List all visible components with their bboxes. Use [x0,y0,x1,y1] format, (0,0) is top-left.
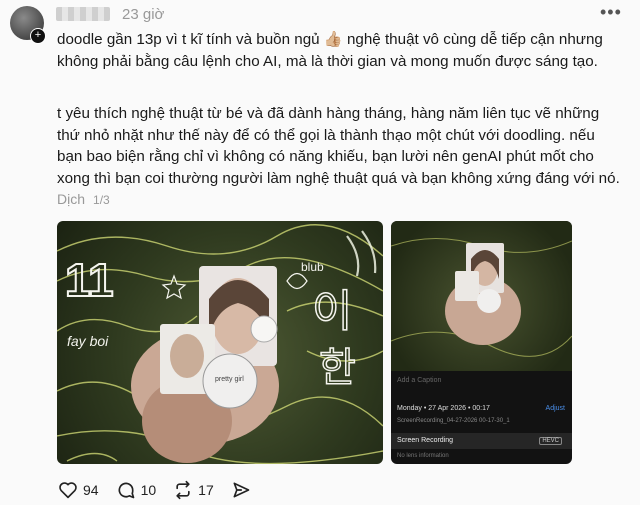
share-button[interactable] [231,480,256,500]
screen-recording-row: Screen Recording HEVC [391,433,572,449]
follow-plus-icon[interactable]: + [30,28,46,44]
screenshot-photo [391,221,572,371]
username-redacted[interactable] [56,7,110,21]
caption-placeholder[interactable]: Add a Caption [397,377,441,384]
share-icon [233,482,250,498]
doodle-text-korean-1: 이 [312,287,352,336]
doodle-text-fay-boi: fay boi [67,333,109,349]
adjust-link[interactable]: Adjust [546,405,565,412]
screen-recording-label: Screen Recording [397,437,454,444]
repost-icon [176,480,190,500]
doodle-text-11: 11 [65,254,114,306]
post-text-paragraph-1: doodle gần 13p vì t kĩ tính và buồn ngủ … [57,31,603,70]
comment-button[interactable]: 10 [116,480,157,500]
action-bar: 94 10 17 [58,479,273,501]
doodle-text-korean-2: 한 [319,346,356,390]
post-image-doodle[interactable]: 11 fay boi blub 이 한 pretty girl [57,221,383,464]
translate-count: 1/3 [93,193,110,207]
file-name: ScreenRecording_04-27-2026 00-17-30_1 [397,418,510,424]
like-button[interactable]: 94 [58,481,99,499]
post-image-screenshot[interactable]: Add a Caption Monday • 27 Apr 2026 • 00:… [391,221,572,464]
comment-count: 10 [140,482,157,498]
repost-button[interactable]: 17 [173,480,214,500]
lens-info: No lens information [397,453,449,459]
repost-count: 17 [198,482,214,498]
hevc-badge: HEVC [539,437,562,445]
doodle-photo-illustration: 11 fay boi blub 이 한 pretty girl [57,224,383,464]
doodle-text-blub: blub [301,260,324,274]
translate-link[interactable]: Dịch 1/3 [57,191,110,207]
more-options-icon[interactable]: ••• [600,2,622,23]
doodle-text-pretty-girl: pretty girl [215,376,244,383]
post-time: 23 giờ [122,6,165,23]
post-text-paragraph-2: t yêu thích nghệ thuật từ bé và đã dành … [57,105,620,187]
heart-icon [59,482,77,499]
photo-date: Monday • 27 Apr 2026 • 00:17 [397,405,490,412]
comment-icon [118,482,134,499]
translate-label[interactable]: Dịch [57,191,85,207]
like-count: 94 [83,482,99,498]
